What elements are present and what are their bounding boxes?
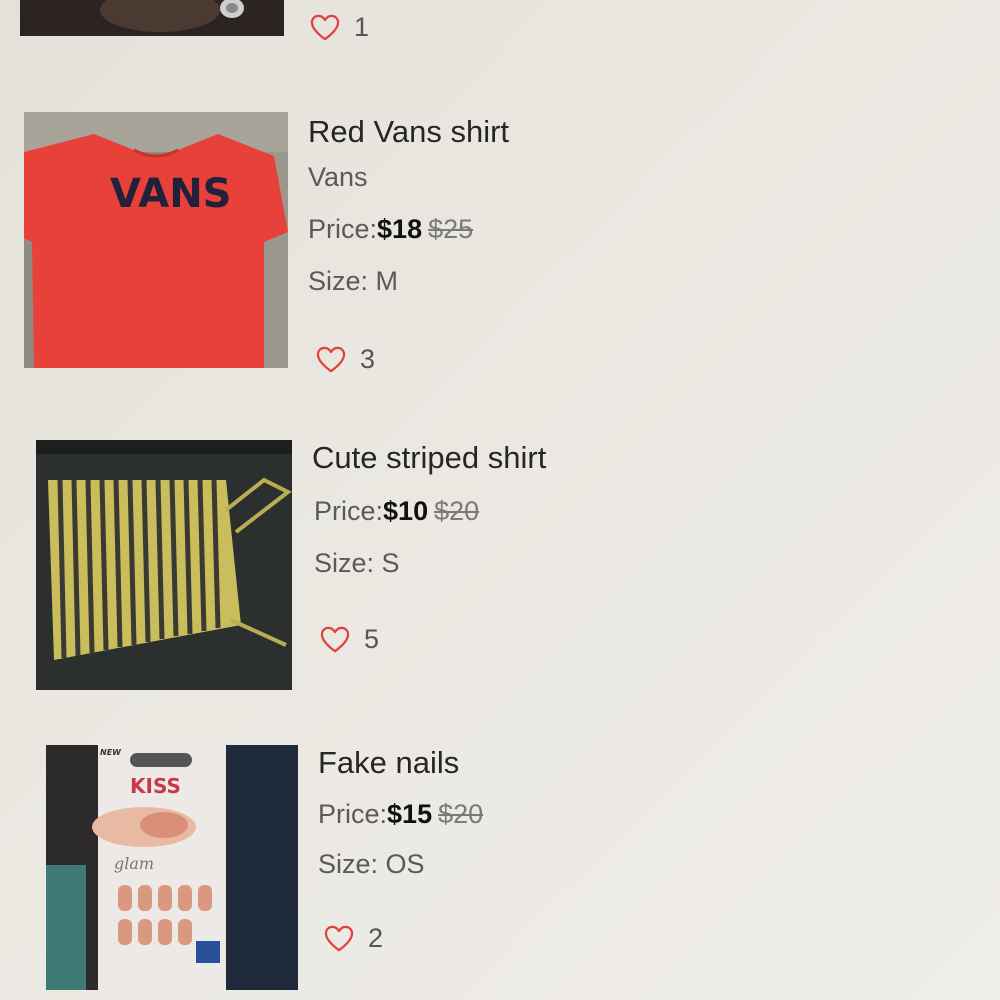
- listing-title[interactable]: Red Vans shirt: [308, 114, 509, 150]
- listing-title[interactable]: Fake nails: [318, 745, 459, 781]
- listing-title[interactable]: Cute striped shirt: [312, 440, 546, 476]
- listing-brand: Vans: [308, 162, 368, 192]
- original-price: $20: [438, 799, 484, 829]
- like-button[interactable]: 5: [320, 624, 379, 655]
- listing-price: Price:$18 $25: [308, 214, 473, 245]
- current-price: $15: [387, 799, 433, 829]
- listing-item[interactable]: 1: [0, 0, 1000, 60]
- heart-icon: [310, 14, 340, 40]
- listing-price: Price:$15 $20: [318, 799, 483, 830]
- thumbnail-image: [20, 0, 284, 36]
- kiss-logo: KISS: [130, 774, 181, 798]
- price-label: Price:: [318, 799, 388, 829]
- thumbnail-image: [36, 440, 292, 690]
- kiss-line-label: glam: [114, 854, 154, 873]
- listing-thumbnail[interactable]: [20, 0, 284, 36]
- original-price: $20: [434, 496, 480, 526]
- like-button[interactable]: 1: [310, 12, 369, 43]
- heart-icon: [316, 346, 346, 372]
- original-price: $25: [428, 214, 474, 244]
- listing-item[interactable]: VANS Red Vans shirt Vans Price:$18 $25 Si…: [0, 100, 1000, 390]
- heart-icon: [320, 626, 350, 652]
- listing-item[interactable]: Cute striped shirt Price:$10 $20 Size: S …: [0, 430, 1000, 710]
- like-count: 5: [364, 624, 380, 654]
- heart-icon: [324, 925, 354, 951]
- price-label: Price:: [314, 496, 384, 526]
- listing-size: Size: S: [314, 548, 400, 578]
- listing-thumbnail[interactable]: [36, 440, 292, 690]
- kiss-new-label: NEW: [100, 748, 122, 757]
- listing-thumbnail[interactable]: NEW KISS glam: [46, 745, 298, 990]
- current-price: $10: [383, 496, 429, 526]
- listing-size: Size: OS: [318, 849, 425, 879]
- price-label: Price:: [308, 214, 378, 244]
- current-price: $18: [377, 214, 423, 244]
- like-count: 1: [354, 12, 370, 42]
- listing-size: Size: M: [308, 266, 399, 296]
- like-button[interactable]: 3: [316, 344, 375, 375]
- like-button[interactable]: 2: [324, 923, 383, 954]
- vans-logo: VANS: [110, 171, 231, 217]
- listing-item[interactable]: NEW KISS glam Fake nails Price:$15 $20 Si…: [0, 735, 1000, 1000]
- thumbnail-image: VANS: [24, 112, 288, 368]
- listing-thumbnail[interactable]: VANS: [24, 112, 288, 368]
- like-count: 3: [360, 344, 376, 374]
- thumbnail-image: NEW KISS glam: [46, 745, 298, 990]
- listing-price: Price:$10 $20: [314, 496, 479, 527]
- like-count: 2: [368, 923, 384, 953]
